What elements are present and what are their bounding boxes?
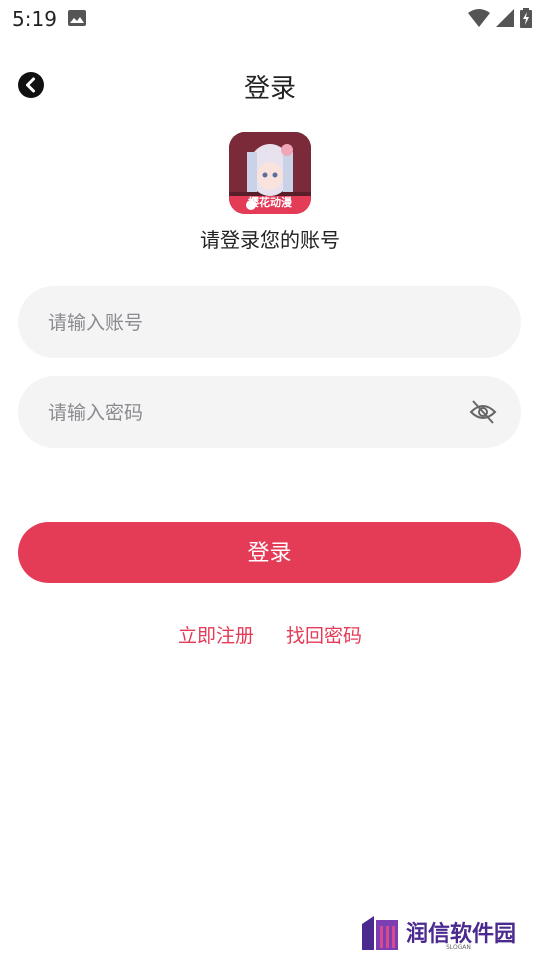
- login-button[interactable]: 登录: [18, 522, 521, 583]
- register-link[interactable]: 立即注册: [178, 621, 254, 648]
- auth-links: 立即注册 找回密码: [0, 621, 540, 648]
- app-logo: 樱花动漫: [229, 132, 311, 214]
- login-subtitle: 请登录您的账号: [200, 228, 340, 252]
- forgot-password-link[interactable]: 找回密码: [286, 621, 362, 648]
- watermark-building-icon: [362, 916, 398, 950]
- status-time: 5:19: [12, 7, 57, 31]
- account-field[interactable]: [18, 286, 521, 360]
- eye-off-icon: [469, 400, 497, 424]
- battery-charging-icon: [520, 8, 532, 32]
- password-input[interactable]: [46, 376, 470, 450]
- logo-text: 樱花动漫: [248, 196, 292, 209]
- account-input[interactable]: [46, 286, 470, 360]
- watermark-logo: 润信软件园 SLOGAN: [360, 914, 530, 954]
- image-icon: [68, 10, 86, 30]
- status-bar: 5:19: [0, 0, 540, 38]
- signal-icon: [496, 9, 514, 31]
- password-field[interactable]: [18, 376, 521, 450]
- wifi-icon: [468, 9, 490, 31]
- page-title: 登录: [243, 74, 296, 104]
- status-icons: [468, 8, 532, 32]
- watermark-slogan: SLOGAN: [446, 944, 471, 951]
- toggle-password-visibility-button[interactable]: [469, 399, 497, 425]
